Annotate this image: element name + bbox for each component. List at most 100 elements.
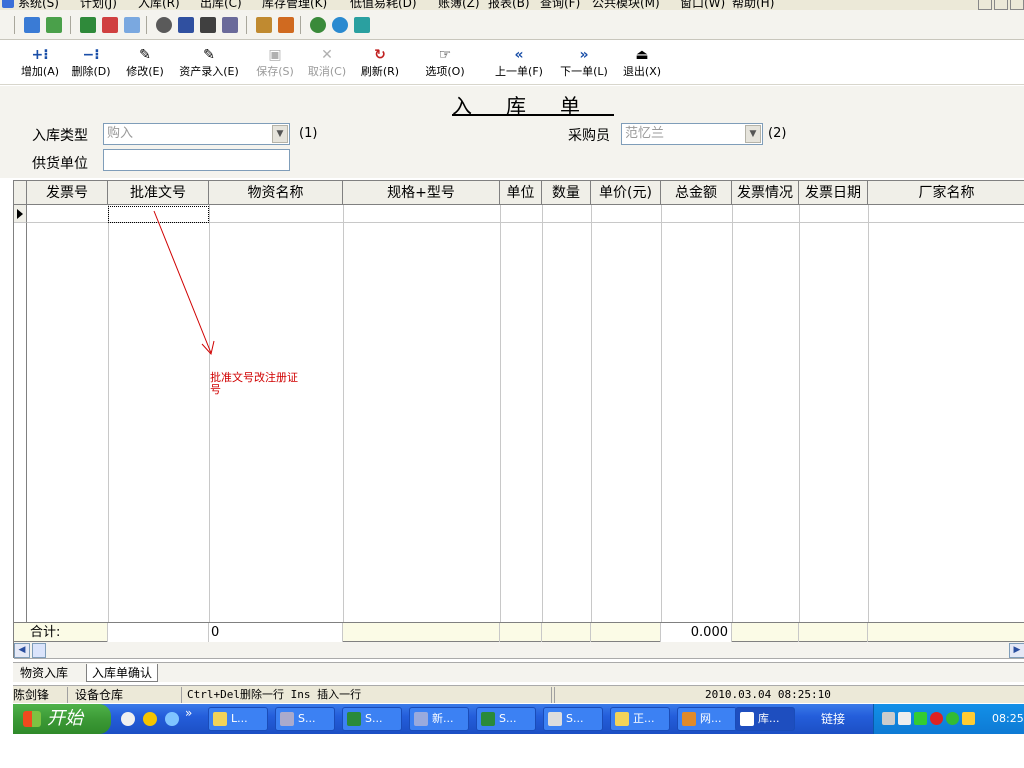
column-header[interactable]: 发票日期 — [799, 181, 868, 205]
menu-query[interactable]: 查询(F) — [540, 0, 580, 10]
minus-circle-icon[interactable] — [310, 17, 326, 33]
thermometer-icon[interactable] — [278, 17, 294, 33]
app-icon — [481, 712, 495, 726]
column-header[interactable]: 总金额 — [661, 181, 732, 205]
minimize-icon[interactable] — [978, 0, 992, 10]
task-button[interactable]: S... — [275, 707, 335, 731]
chevron-down-icon[interactable]: ▼ — [272, 125, 288, 143]
calculator-icon[interactable] — [80, 17, 96, 33]
column-divider — [732, 205, 733, 622]
entry-type-select[interactable]: 购入 ▼ — [103, 123, 290, 145]
grid-icon[interactable] — [200, 17, 216, 33]
ie-icon[interactable] — [165, 712, 179, 726]
delete-button[interactable]: −⁝ 删除(D) — [68, 45, 114, 81]
menu-window[interactable]: 窗口(W) — [680, 0, 725, 10]
pencil-icon[interactable] — [962, 712, 975, 725]
prev-button[interactable]: « 上一单(F) — [491, 45, 547, 81]
media-icon[interactable] — [143, 712, 157, 726]
exit-button[interactable]: ⏏ 退出(X) — [620, 45, 664, 81]
task-button[interactable]: S... — [543, 707, 603, 731]
menu-system[interactable]: 系统(S) — [18, 0, 59, 10]
task-button[interactable]: 网... — [677, 707, 737, 731]
row-selector-column — [14, 223, 27, 622]
stop-icon[interactable] — [930, 712, 943, 725]
chart-icon[interactable] — [178, 17, 194, 33]
clock[interactable]: 08:25 — [992, 704, 1024, 734]
shield-icon[interactable] — [946, 712, 959, 725]
entry-type-label: 入库类型 — [32, 128, 88, 144]
book-icon[interactable] — [102, 17, 118, 33]
network-icon[interactable] — [914, 712, 927, 725]
current-row-indicator[interactable] — [14, 205, 27, 223]
horizontal-scrollbar[interactable]: ◀ ▶ — [14, 642, 1024, 659]
printer-icon[interactable] — [222, 17, 238, 33]
tab-inbound[interactable]: 物资入库 — [15, 664, 73, 682]
column-header[interactable]: 发票情况 — [732, 181, 799, 205]
cancel-button[interactable]: ✕ 取消(C) — [305, 45, 349, 81]
next-button[interactable]: » 下一单(L) — [556, 45, 612, 81]
add-button[interactable]: +⁝ 增加(A) — [18, 45, 62, 81]
task-button[interactable]: 正... — [610, 707, 670, 731]
tab-confirm[interactable]: 入库单确认 — [86, 664, 159, 682]
scrollbar-thumb[interactable] — [32, 643, 46, 658]
menu-inbound[interactable]: 入库(R) — [138, 0, 180, 10]
restore-icon[interactable] — [994, 0, 1008, 10]
app-icon[interactable] — [2, 0, 14, 8]
gear-icon — [548, 712, 562, 726]
links-toolbar[interactable]: 链接 — [803, 704, 845, 734]
entry-grid[interactable]: 发票号 批准文号 物资名称 规格+型号 单位 数量 单价(元) 总金额 发票情况… — [13, 180, 1024, 659]
refresh-icon: ↻ — [374, 47, 386, 63]
task-button[interactable]: 新... — [409, 707, 469, 731]
close-icon[interactable] — [1010, 0, 1024, 10]
add-button-label: 增加(A) — [20, 65, 60, 78]
column-header[interactable]: 厂家名称 — [868, 181, 1024, 205]
buyer-select[interactable]: 范忆兰 ▼ — [621, 123, 763, 145]
column-header[interactable]: 发票号 — [27, 181, 108, 205]
column-header[interactable]: 物资名称 — [209, 181, 343, 205]
printer-icon[interactable] — [882, 712, 895, 725]
magnifier-icon[interactable] — [156, 17, 172, 33]
task-button[interactable]: L... — [208, 707, 268, 731]
page-title: 入库单 — [452, 94, 614, 118]
menu-inventory[interactable]: 库存管理(K) — [262, 0, 327, 10]
window-icon[interactable] — [354, 17, 370, 33]
door-icon[interactable] — [24, 17, 40, 33]
options-button[interactable]: ☞ 选项(O) — [423, 45, 467, 81]
column-header[interactable]: 规格+型号 — [343, 181, 500, 205]
modify-button[interactable]: ✎ 修改(E) — [122, 45, 168, 81]
column-header[interactable]: 单价(元) — [591, 181, 661, 205]
quicklaunch-more[interactable]: » — [185, 706, 192, 720]
column-header[interactable]: 批准文号 — [108, 181, 209, 205]
browser-icon[interactable] — [121, 712, 135, 726]
menu-consumables[interactable]: 低值易耗(D) — [350, 0, 417, 10]
menu-ledger[interactable]: 账簿(Z) — [438, 0, 480, 10]
asset-entry-button[interactable]: ✎ 资产录入(E) — [175, 45, 243, 81]
column-header[interactable]: 数量 — [542, 181, 591, 205]
chevron-down-icon[interactable]: ▼ — [745, 125, 761, 143]
save-button[interactable]: ▣ 保存(S) — [253, 45, 297, 81]
network-icon — [682, 712, 696, 726]
task-button[interactable]: S... — [342, 707, 402, 731]
menu-plan[interactable]: 计划(J) — [80, 0, 117, 10]
task-button[interactable]: S... — [476, 707, 536, 731]
start-button[interactable]: 开始 — [13, 704, 111, 734]
column-header[interactable]: 单位 — [500, 181, 542, 205]
menu-help[interactable]: 帮助(H) — [732, 0, 774, 10]
task-button-active[interactable]: 库... — [735, 707, 795, 731]
menu-common[interactable]: 公共模块(M) — [592, 0, 660, 10]
refresh-button[interactable]: ↻ 刷新(R) — [358, 45, 402, 81]
supplier-input[interactable] — [103, 149, 290, 171]
menu-outbound[interactable]: 出库(C) — [200, 0, 242, 10]
menu-report[interactable]: 报表(B) — [488, 0, 530, 10]
scroll-left-icon[interactable]: ◀ — [14, 643, 30, 658]
globe-icon[interactable] — [332, 17, 348, 33]
main-toolbar: +⁝ 增加(A) −⁝ 删除(D) ✎ 修改(E) ✎ 资产录入(E) ▣ 保存… — [0, 41, 1024, 85]
folder-icon[interactable] — [256, 17, 272, 33]
windows-flag-icon — [23, 711, 41, 727]
people-icon[interactable] — [124, 17, 140, 33]
speaker-icon[interactable] — [898, 712, 911, 725]
pen-icon[interactable] — [46, 17, 62, 33]
scroll-right-icon[interactable]: ▶ — [1009, 643, 1024, 658]
total-cell — [799, 623, 868, 642]
focused-cell[interactable] — [108, 206, 209, 223]
